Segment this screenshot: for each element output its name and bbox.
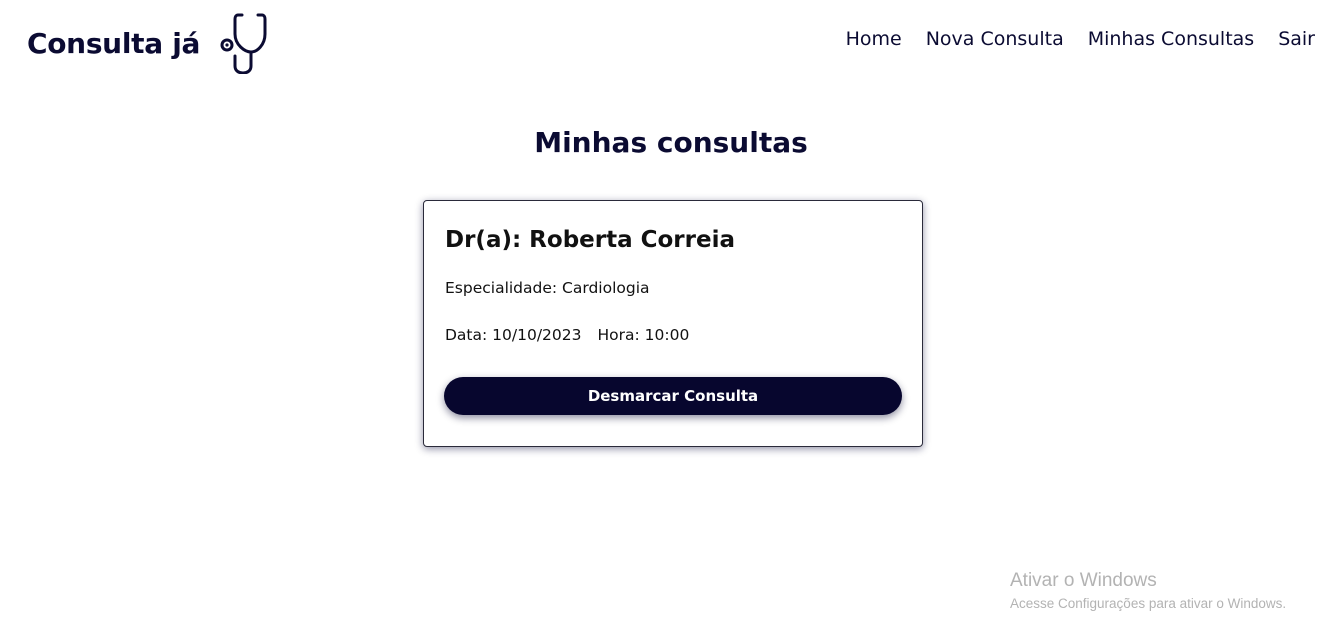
cancel-appointment-button[interactable]: Desmarcar Consulta [444,377,902,415]
specialty-text: Especialidade: Cardiologia [445,279,650,297]
appointment-card: Dr(a): Roberta Correia Especialidade: Ca… [423,200,923,447]
watermark-subtitle: Acesse Configurações para ativar o Windo… [1010,596,1287,611]
logo-text: Consulta já [27,26,201,60]
nav-nova-consulta[interactable]: Nova Consulta [926,28,1064,50]
nav-home[interactable]: Home [846,28,902,50]
main-nav: Home Nova Consulta Minhas Consultas Sair [846,28,1315,50]
logo[interactable]: Consulta já [27,12,268,74]
nav-minhas-consultas[interactable]: Minhas Consultas [1088,28,1254,50]
nav-sair[interactable]: Sair [1278,28,1315,50]
watermark-title: Ativar o Windows [1010,570,1157,591]
datetime-row: Data: 10/10/2023 Hora: 10:00 [445,326,689,344]
doctor-name: Dr(a): Roberta Correia [445,227,735,253]
stethoscope-icon [220,13,267,74]
page-title: Minhas consultas [534,126,808,159]
time-text: Hora: 10:00 [597,326,690,344]
windows-activation-watermark: Ativar o Windows Acesse Configurações pa… [1010,570,1286,611]
date-text: Data: 10/10/2023 [445,326,582,344]
page: Consulta já Home Nova Consulta Minhas Co… [0,0,1342,638]
